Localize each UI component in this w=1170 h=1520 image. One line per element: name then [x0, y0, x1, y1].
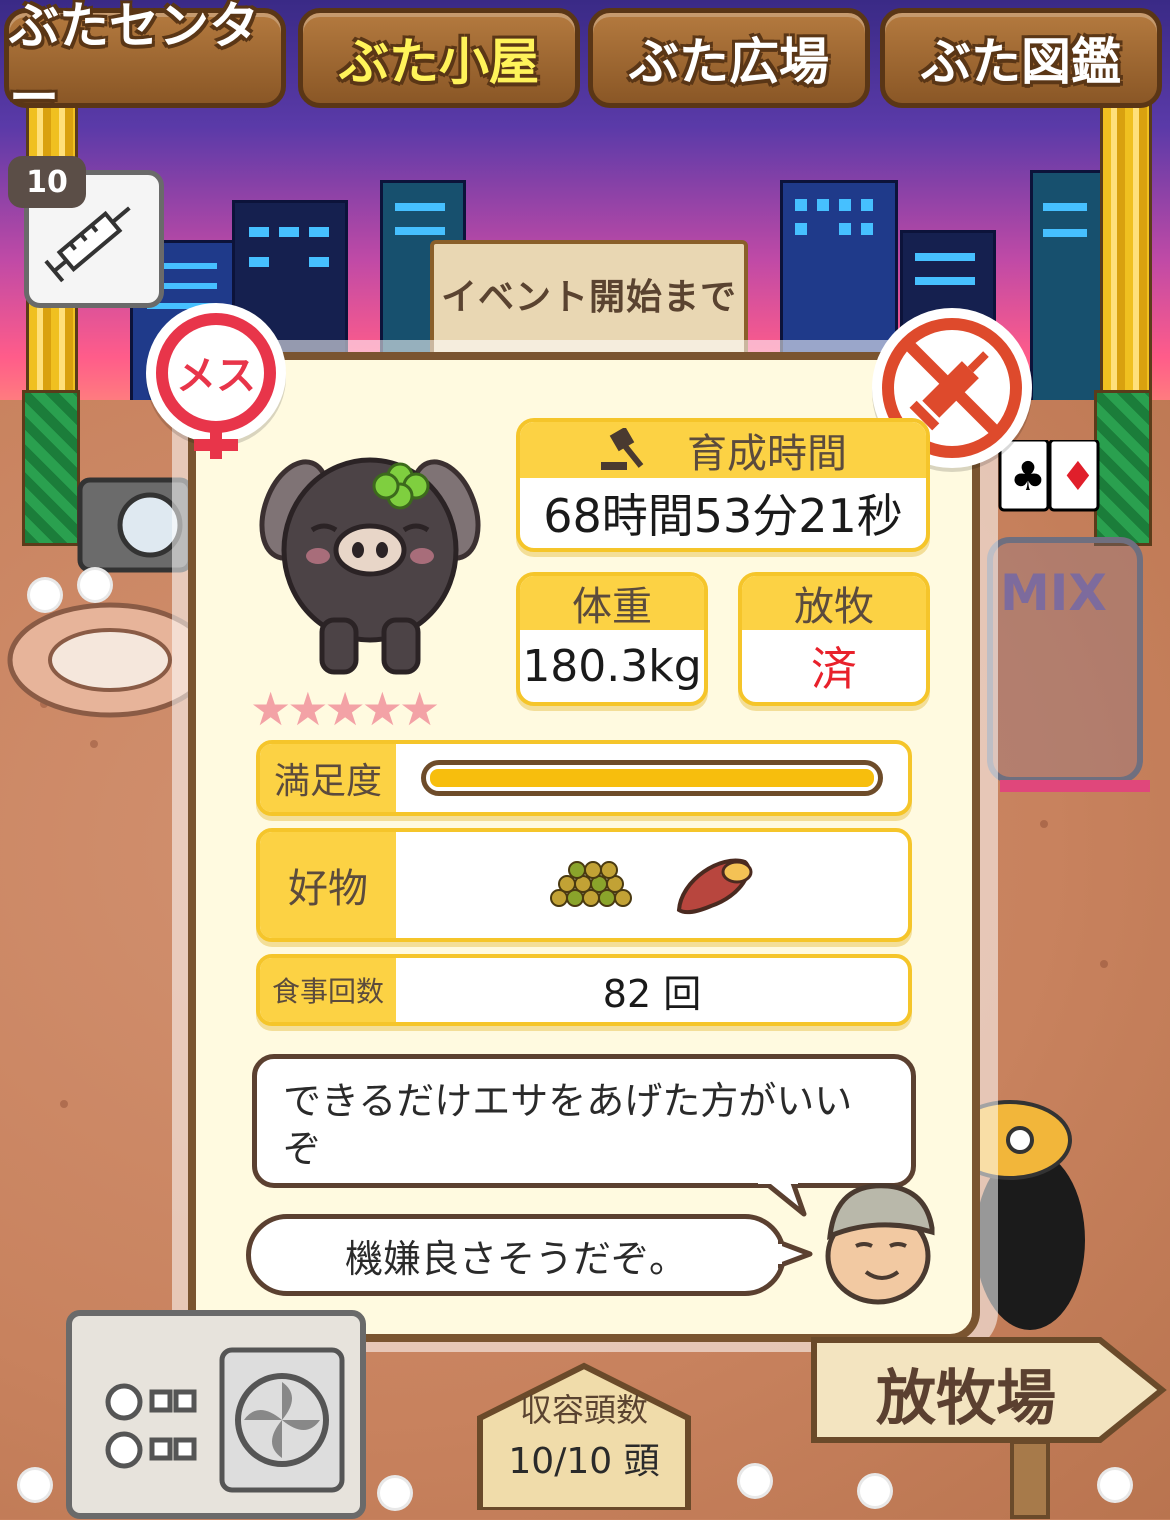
syringe-count-badge: 10 — [8, 156, 86, 208]
rating-stars: ★★★★★ — [250, 682, 440, 736]
fan-control-icon — [105, 1347, 345, 1493]
tab-buta-plaza[interactable]: ぶた広場 — [588, 8, 870, 108]
growth-time-box: 育成時間 68時間53分21秒 — [516, 418, 930, 552]
sweet-potato-icon — [676, 858, 753, 915]
satisfaction-row: 満足度 — [256, 740, 912, 816]
favorites-label: 好物 — [260, 832, 396, 938]
sign-post — [1010, 1440, 1050, 1519]
meals-row: 食事回数 82 回 — [256, 954, 912, 1026]
pig-character — [259, 457, 481, 675]
beans-icon — [550, 861, 632, 907]
flower-decor — [860, 1476, 890, 1506]
svg-text:♦: ♦ — [1060, 454, 1096, 500]
growth-time-value: 68時間53分21秒 — [543, 489, 903, 543]
flower-decor — [740, 1466, 770, 1496]
flower-decor — [80, 570, 110, 600]
female-badge: メス — [146, 303, 286, 459]
grazing-value: 済 — [811, 642, 857, 696]
flower-decor — [20, 1470, 50, 1500]
weight-label: 体重 — [520, 576, 704, 630]
satisfaction-bar — [421, 760, 883, 796]
flower-decor — [1100, 1470, 1130, 1500]
meals-value: 82 回 — [602, 971, 702, 1016]
farmer-avatar — [825, 1183, 935, 1305]
mix-machine-decor: MIX ♣ ♦ — [987, 440, 1150, 792]
hammer-icon — [601, 428, 644, 470]
gender-label: メス — [176, 353, 256, 399]
capacity-label: 収容頭数 — [519, 1391, 648, 1429]
favorites-row: 好物 — [256, 828, 912, 942]
advice-speech-bubble: できるだけエサをあげた方がいいぞ — [252, 1054, 916, 1188]
grazing-label: 放牧 — [742, 576, 926, 630]
tab-buta-encyclopedia[interactable]: ぶた図鑑 — [880, 8, 1162, 108]
grazing-box: 放牧 済 — [738, 572, 930, 706]
satisfaction-label: 満足度 — [260, 744, 396, 812]
tab-buta-hut[interactable]: ぶた小屋 — [298, 8, 580, 108]
flower-decor — [30, 580, 60, 610]
growth-time-header: 育成時間 — [520, 422, 926, 478]
bubble-tail — [778, 1239, 813, 1269]
satisfaction-bar-fill — [430, 769, 874, 787]
mood-speech-bubble: 機嫌良さそうだぞ。 — [246, 1214, 786, 1296]
tab-buta-center[interactable]: ぶたセンター — [4, 0, 286, 127]
ranch-label: 放牧場 — [876, 1364, 1056, 1434]
meals-label: 食事回数 — [260, 958, 396, 1022]
building — [1030, 170, 1106, 426]
weight-value: 180.3kg — [522, 640, 702, 692]
capacity-value: 10/10 頭 — [508, 1441, 660, 1482]
control-panel-button[interactable] — [66, 1310, 366, 1519]
female-symbol-icon: メス — [156, 313, 276, 459]
flower-decor — [380, 1478, 410, 1508]
bubble-tail — [758, 1180, 807, 1217]
weight-box: 体重 180.3kg — [516, 572, 708, 706]
growth-time-label: 育成時間 — [687, 431, 847, 477]
svg-text:MIX: MIX — [1000, 564, 1107, 622]
